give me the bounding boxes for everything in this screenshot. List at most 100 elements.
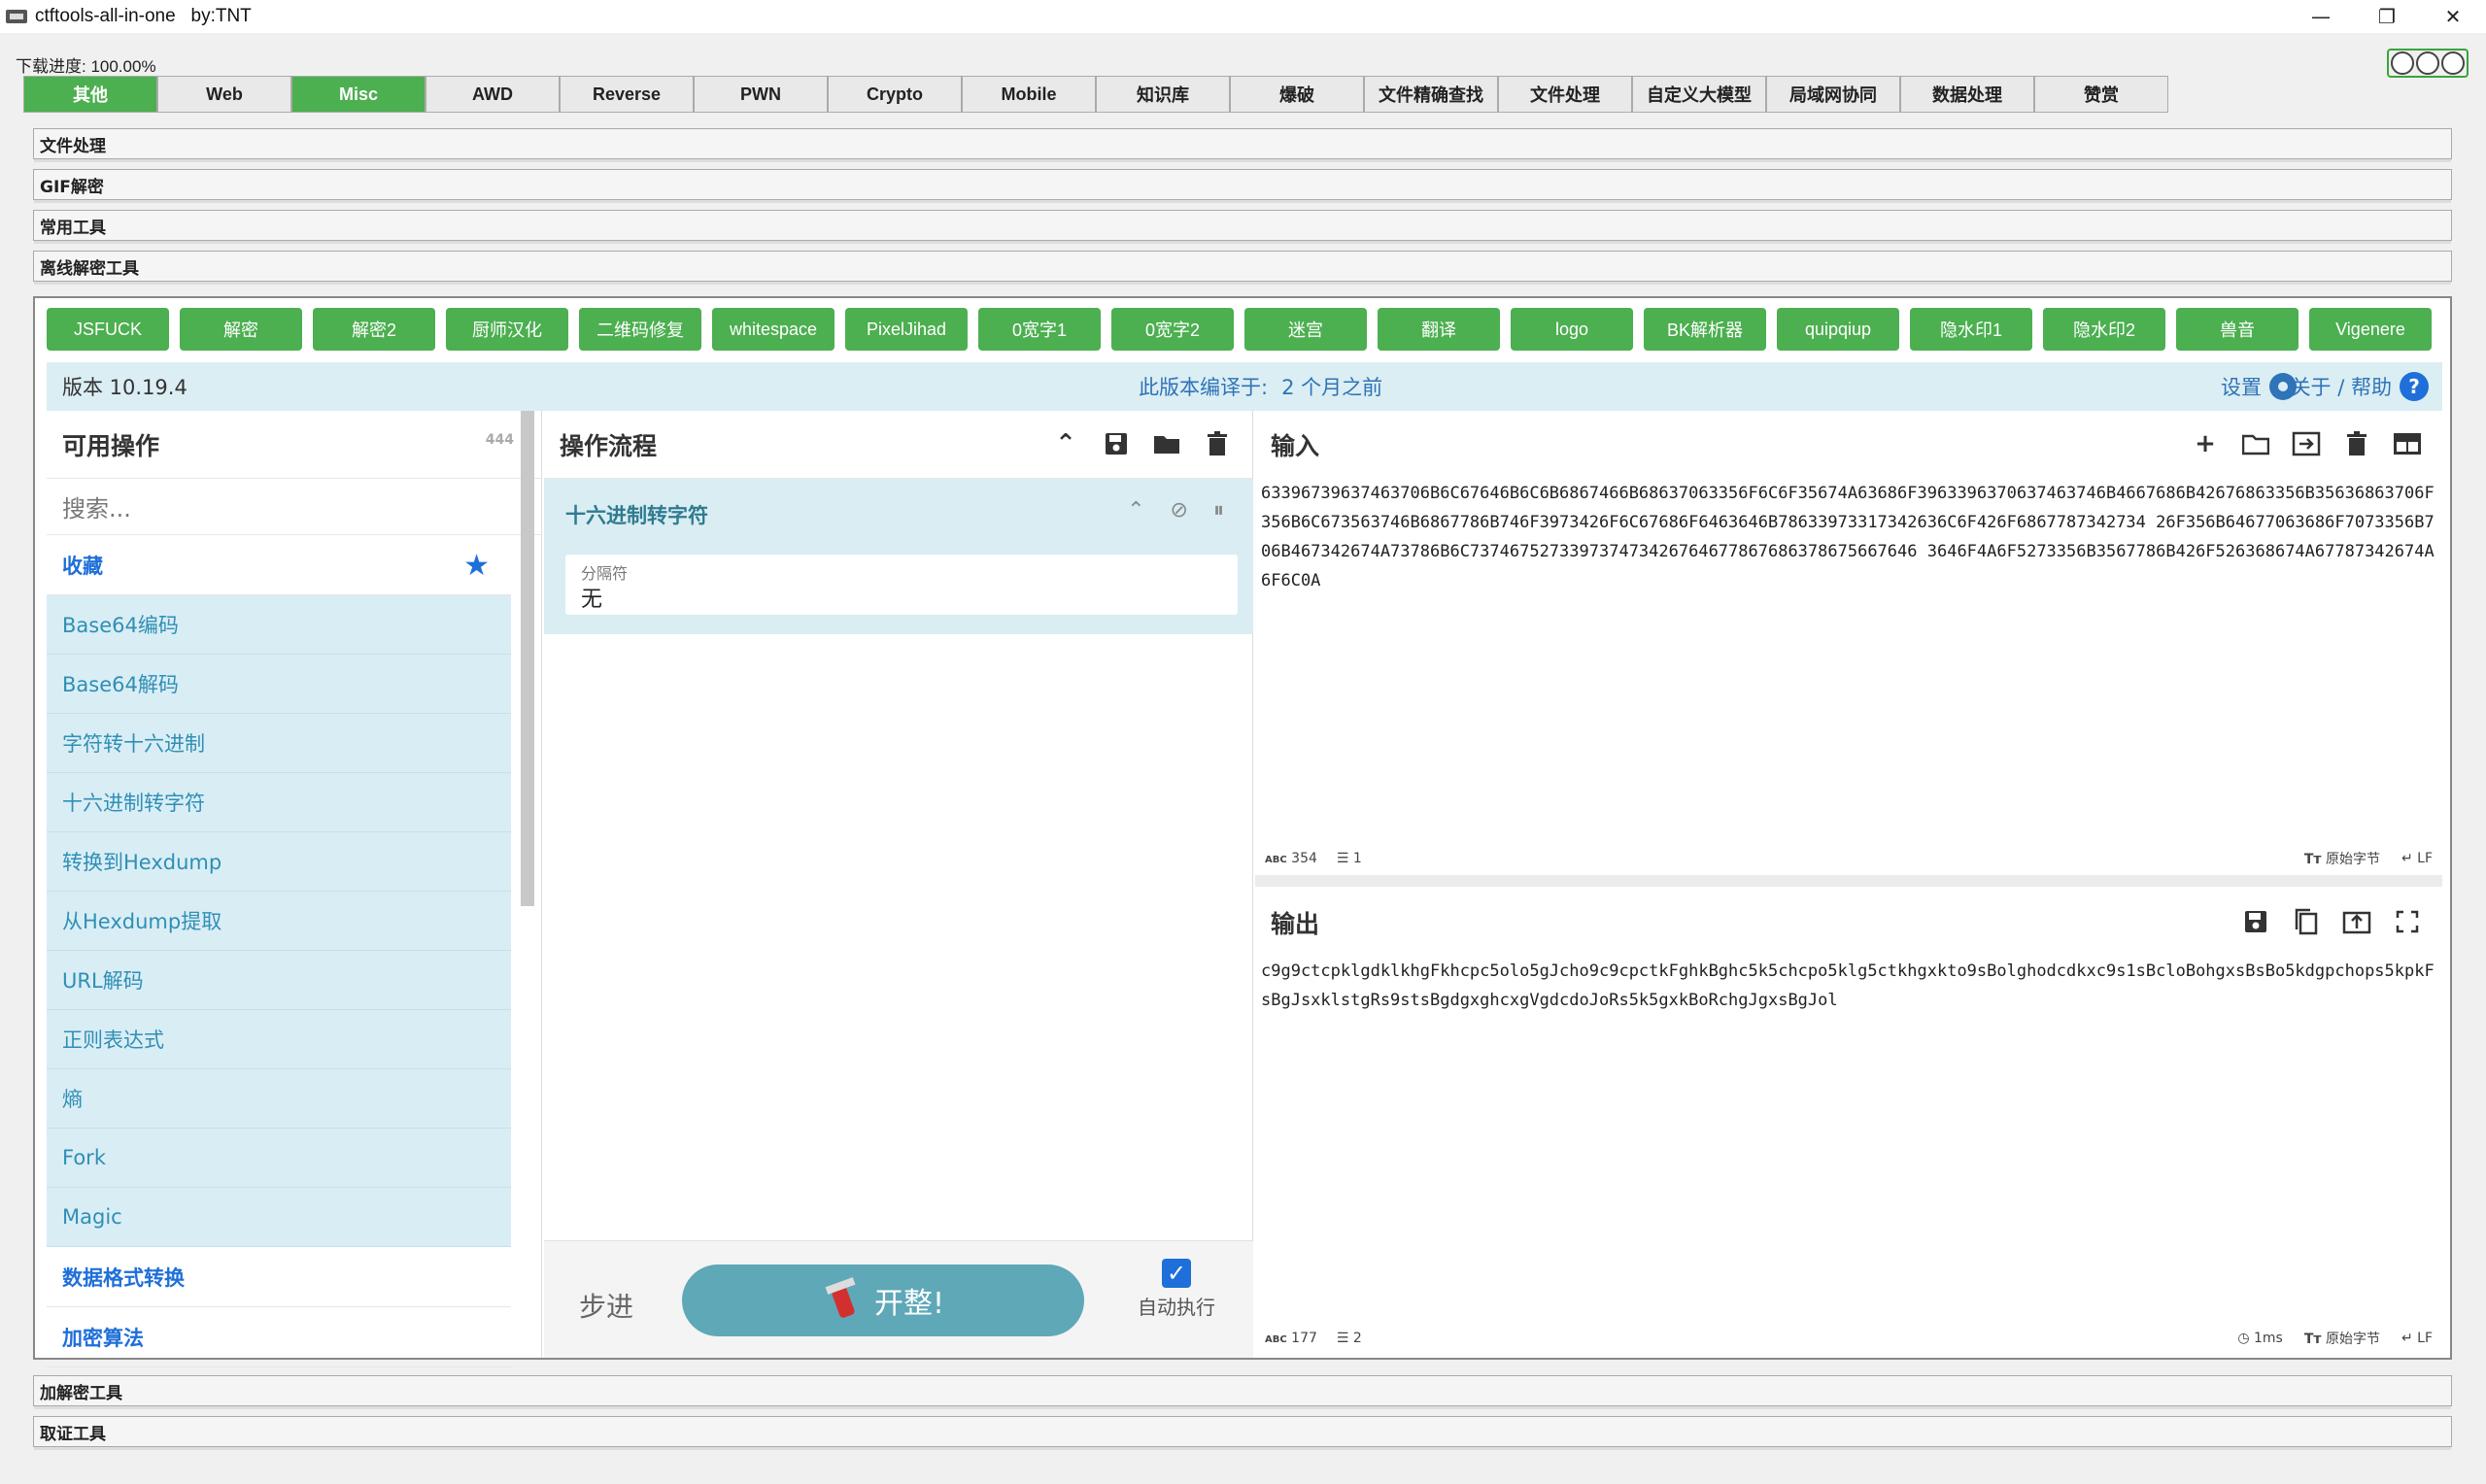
operations-scrollbar[interactable]: [521, 411, 534, 906]
minimize-button[interactable]: —: [2288, 0, 2354, 33]
disable-icon[interactable]: ⊘: [1171, 498, 1188, 523]
tool-button-7[interactable]: 0宽字1: [978, 308, 1101, 351]
tool-button-14[interactable]: 隐水印1: [1910, 308, 2032, 351]
tab-14[interactable]: 数据处理: [1900, 76, 2034, 113]
section-forensics[interactable]: 取证工具: [33, 1416, 2452, 1450]
restore-button[interactable]: ❐: [2354, 0, 2420, 33]
tool-button-13[interactable]: quipqiup: [1777, 308, 1899, 351]
category-favorites[interactable]: 收藏 ★: [47, 535, 511, 595]
char-count: ABC 354: [1265, 851, 1317, 866]
eol-select[interactable]: ↵ LF: [2401, 851, 2433, 866]
trash-icon[interactable]: [2341, 428, 2372, 459]
eol-select[interactable]: ↵ LF: [2401, 1331, 2433, 1346]
section-common-tools[interactable]: 常用工具: [33, 210, 2452, 244]
io-divider[interactable]: [1255, 875, 2442, 887]
tab-10[interactable]: 文件精确查找: [1364, 76, 1498, 113]
save-icon[interactable]: [1101, 428, 1132, 459]
io-panel: 输入 + 63396739637463706B6C67646B6C6B68674…: [1255, 411, 2442, 1358]
section-gif-decrypt[interactable]: GIF解密: [33, 169, 2452, 203]
circle-icon[interactable]: [2441, 51, 2465, 75]
tool-button-2[interactable]: 解密2: [313, 308, 435, 351]
operation-item[interactable]: 正则表达式: [47, 1010, 511, 1069]
operation-item[interactable]: Fork: [47, 1129, 511, 1188]
circle-icon[interactable]: [2391, 51, 2414, 75]
tab-2[interactable]: Misc: [291, 76, 426, 113]
settings-link[interactable]: 设置: [2221, 372, 2297, 401]
category-encryption[interactable]: 加密算法: [47, 1307, 511, 1367]
trash-icon[interactable]: [1202, 428, 1233, 459]
tool-button-12[interactable]: BK解析器: [1644, 308, 1766, 351]
chevron-up-icon[interactable]: ⌃: [1127, 498, 1144, 523]
operation-item[interactable]: URL解码: [47, 951, 511, 1010]
chevron-up-icon[interactable]: ⌃: [1050, 428, 1081, 459]
output-text[interactable]: c9g9ctcpklgdklkhgFkhcpc5olo5gJcho9c9cpct…: [1255, 957, 2442, 1326]
section-file-processing[interactable]: 文件处理: [33, 128, 2452, 162]
layout-icon[interactable]: [2392, 428, 2423, 459]
tool-button-11[interactable]: logo: [1511, 308, 1633, 351]
tab-4[interactable]: Reverse: [560, 76, 694, 113]
tool-button-4[interactable]: 二维码修复: [579, 308, 701, 351]
tab-15[interactable]: 赞赏: [2034, 76, 2168, 113]
plus-icon[interactable]: +: [2190, 428, 2221, 459]
operation-item[interactable]: Base64编码: [47, 595, 511, 655]
tab-5[interactable]: PWN: [694, 76, 828, 113]
tab-13[interactable]: 局域网协同: [1766, 76, 1900, 113]
auto-bake-toggle[interactable]: ✓ 自动执行: [1123, 1259, 1230, 1320]
encoding-select[interactable]: Tт 原始字节: [2304, 849, 2380, 868]
open-folder-icon[interactable]: [2240, 428, 2271, 459]
section-encrypt-tools[interactable]: 加解密工具: [33, 1375, 2452, 1409]
tab-7[interactable]: Mobile: [962, 76, 1096, 113]
auto-bake-checkbox[interactable]: ✓: [1162, 1259, 1191, 1288]
search-input[interactable]: 搜索...: [47, 479, 541, 535]
bake-button[interactable]: 开整!: [682, 1265, 1084, 1336]
save-icon[interactable]: [2240, 906, 2271, 937]
operation-item[interactable]: Magic: [47, 1188, 511, 1247]
folder-icon[interactable]: [1151, 428, 1182, 459]
theme-circles[interactable]: [2387, 49, 2469, 78]
delimiter-field[interactable]: 分隔符 无: [565, 555, 1238, 615]
tool-button-5[interactable]: whitespace: [712, 308, 834, 351]
tab-8[interactable]: 知识库: [1096, 76, 1230, 113]
tool-button-10[interactable]: 翻译: [1378, 308, 1500, 351]
tab-9[interactable]: 爆破: [1230, 76, 1364, 113]
output-actions: [2240, 906, 2423, 937]
tool-button-15[interactable]: 隐水印2: [2043, 308, 2165, 351]
copy-icon[interactable]: [2291, 906, 2322, 937]
tab-12[interactable]: 自定义大模型: [1632, 76, 1766, 113]
tab-3[interactable]: AWD: [426, 76, 560, 113]
operation-item[interactable]: 十六进制转字符: [47, 773, 511, 832]
pause-icon[interactable]: ⏸: [1213, 498, 1224, 523]
operations-count: 444: [485, 432, 514, 448]
operation-item[interactable]: Base64解码: [47, 655, 511, 714]
tool-button-16[interactable]: 兽音: [2176, 308, 2299, 351]
about-help-link[interactable]: 关于 / 帮助 ?: [2291, 372, 2429, 401]
import-icon[interactable]: [2291, 428, 2322, 459]
operation-item[interactable]: 转换到Hexdump: [47, 832, 511, 892]
replace-input-icon[interactable]: [2341, 906, 2372, 937]
fullscreen-icon[interactable]: [2392, 906, 2423, 937]
app-icon: [6, 10, 27, 23]
operation-item[interactable]: 从Hexdump提取: [47, 892, 511, 951]
tool-button-8[interactable]: 0宽字2: [1111, 308, 1234, 351]
tab-11[interactable]: 文件处理: [1498, 76, 1632, 113]
tab-1[interactable]: Web: [157, 76, 291, 113]
input-text[interactable]: 63396739637463706B6C67646B6C6B6867466B68…: [1255, 479, 2442, 867]
tool-button-9[interactable]: 迷宫: [1244, 308, 1367, 351]
category-data-format[interactable]: 数据格式转换: [47, 1247, 511, 1307]
operation-item[interactable]: 熵: [47, 1069, 511, 1129]
encoding-select[interactable]: Tт 原始字节: [2304, 1329, 2380, 1348]
tab-6[interactable]: Crypto: [828, 76, 962, 113]
operation-item[interactable]: 字符转十六进制: [47, 714, 511, 773]
input-encoding: Tт 原始字节 ↵ LF: [2304, 849, 2433, 868]
section-offline-decrypt[interactable]: 离线解密工具: [33, 251, 2452, 285]
step-button[interactable]: 步进: [579, 1286, 633, 1325]
close-button[interactable]: ✕: [2420, 0, 2486, 33]
compiled-info: 此版本编译于: 2 个月之前: [1139, 372, 1382, 401]
tool-button-6[interactable]: PixelJihad: [845, 308, 968, 351]
circle-icon[interactable]: [2416, 51, 2439, 75]
tool-button-17[interactable]: Vigenere: [2309, 308, 2432, 351]
tool-button-0[interactable]: JSFUCK: [47, 308, 169, 351]
tool-button-3[interactable]: 厨师汉化: [446, 308, 568, 351]
tab-0[interactable]: 其他: [23, 76, 157, 113]
tool-button-1[interactable]: 解密: [180, 308, 302, 351]
